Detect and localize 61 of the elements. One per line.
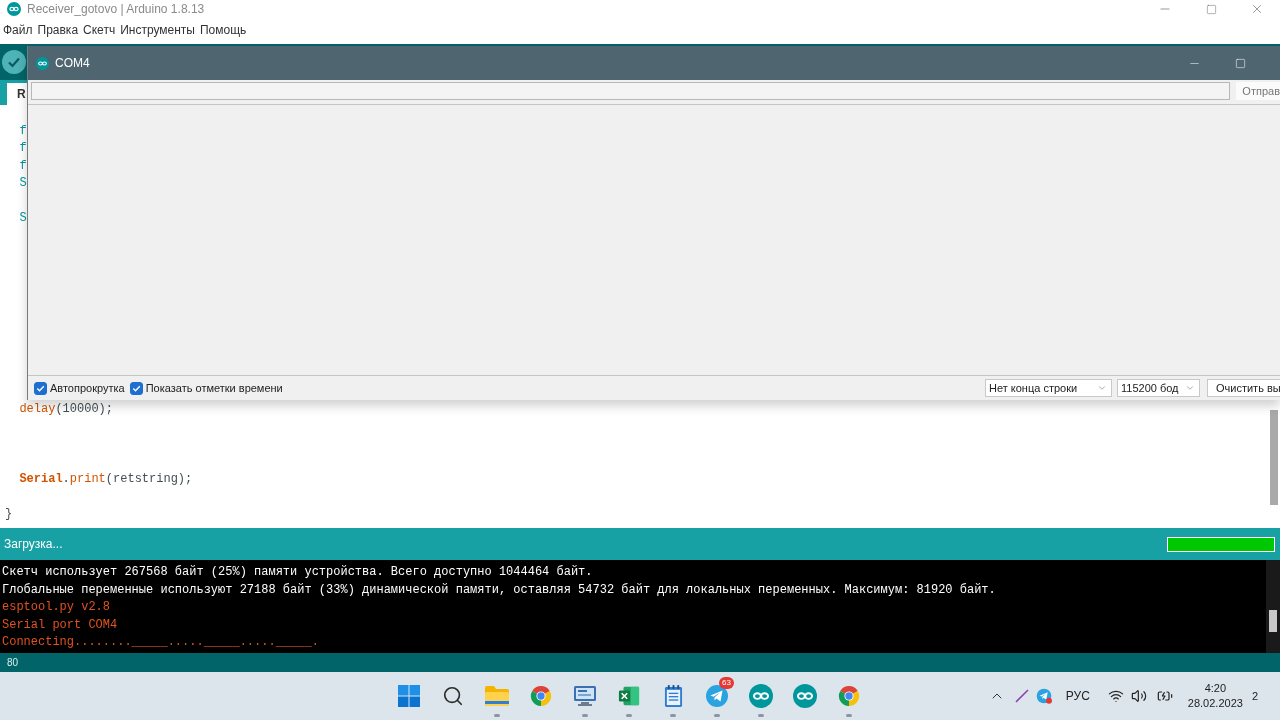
- console-line: esptool.py v2.8: [2, 599, 111, 616]
- window-title: Receiver_gotovo | Arduino 1.8.13: [27, 1, 205, 18]
- checkbox[interactable]: [129, 381, 143, 395]
- menu-item[interactable]: Помощь: [199, 21, 247, 39]
- paper-plane-icon[interactable]: [1035, 688, 1052, 704]
- send-button[interactable]: Отправ: [1236, 82, 1280, 100]
- status-message: Загрузка...: [4, 536, 63, 553]
- browser-icon[interactable]: [530, 685, 552, 707]
- console-line: Serial port COM4: [2, 616, 118, 634]
- spreadsheet-icon[interactable]: [618, 685, 640, 707]
- browser-icon[interactable]: [838, 685, 860, 707]
- language-indicator[interactable]: РУС: [1065, 687, 1090, 705]
- line-number: 80: [7, 656, 19, 670]
- wifi-icon[interactable]: [1107, 688, 1124, 704]
- chevron-down-icon: [1185, 383, 1195, 393]
- console-line: Connecting........_____....._____....._____.: [2, 634, 319, 651]
- folder-icon[interactable]: [485, 686, 509, 706]
- checkbox-label[interactable]: Показать отметки времени: [145, 379, 283, 397]
- scrollbar[interactable]: [1270, 410, 1278, 505]
- console-line: Скетч использует 267568 байт (25%) памяти устройства. Всего доступно 1044464 байт.: [2, 564, 593, 581]
- menu-item[interactable]: Правка: [37, 21, 79, 39]
- code-line: }: [5, 505, 13, 523]
- chevron-down-icon: [1097, 383, 1107, 393]
- menu-item[interactable]: Скетч: [83, 21, 116, 39]
- battery-icon[interactable]: [1156, 688, 1173, 704]
- console-line: Глобальные переменные используют 27188 байт (33%) динамической памяти, оставляя 54732 байт для локальных переменных. Максимум: 81920 байт.: [2, 581, 996, 599]
- close-icon[interactable]: [1250, 2, 1264, 16]
- search-icon[interactable]: [442, 685, 464, 707]
- line-ending-select[interactable]: Нет конца строки: [985, 379, 1112, 397]
- code-line: Serial.print(retstring);: [19, 470, 193, 488]
- unread-count-badge: 63: [719, 677, 734, 689]
- speaker-icon[interactable]: [1130, 688, 1147, 704]
- scrollbar[interactable]: [1269, 610, 1277, 632]
- checkbox-label[interactable]: Автопрокрутка: [50, 379, 125, 397]
- message-input-field[interactable]: [31, 82, 1231, 100]
- maximize-icon[interactable]: [1205, 3, 1217, 15]
- code-line: f: [19, 157, 27, 175]
- paper-plane-icon[interactable]: [705, 684, 729, 708]
- app-logo-icon: [36, 56, 49, 70]
- code-line: S: [19, 175, 27, 193]
- infinity-icon[interactable]: [749, 684, 773, 708]
- notification-count[interactable]: 2: [1251, 687, 1258, 705]
- clock-date[interactable]: 28.02.2023: [1187, 696, 1243, 711]
- baud-rate-select[interactable]: 115200 бод: [1117, 379, 1200, 397]
- code-line: f: [19, 123, 27, 140]
- window-title: COM4: [55, 55, 91, 72]
- tab[interactable]: R: [7, 83, 27, 105]
- menu-item[interactable]: Инструменты: [120, 21, 195, 39]
- notepad-icon[interactable]: [663, 684, 683, 708]
- checkbox[interactable]: [34, 381, 47, 395]
- pen-icon[interactable]: [1013, 688, 1030, 704]
- start-menu-icon[interactable]: [398, 685, 420, 707]
- code-line: delay(10000);: [19, 401, 113, 419]
- menu-item[interactable]: Файл: [3, 21, 33, 39]
- clear-output-button[interactable]: Очистить вы: [1207, 379, 1280, 397]
- monitor-icon[interactable]: [573, 685, 597, 707]
- infinity-icon[interactable]: [793, 684, 817, 708]
- code-line: f: [19, 140, 27, 158]
- clock-time[interactable]: 4:20: [1204, 681, 1227, 696]
- check-icon[interactable]: [2, 50, 26, 74]
- code-line: S: [19, 209, 27, 227]
